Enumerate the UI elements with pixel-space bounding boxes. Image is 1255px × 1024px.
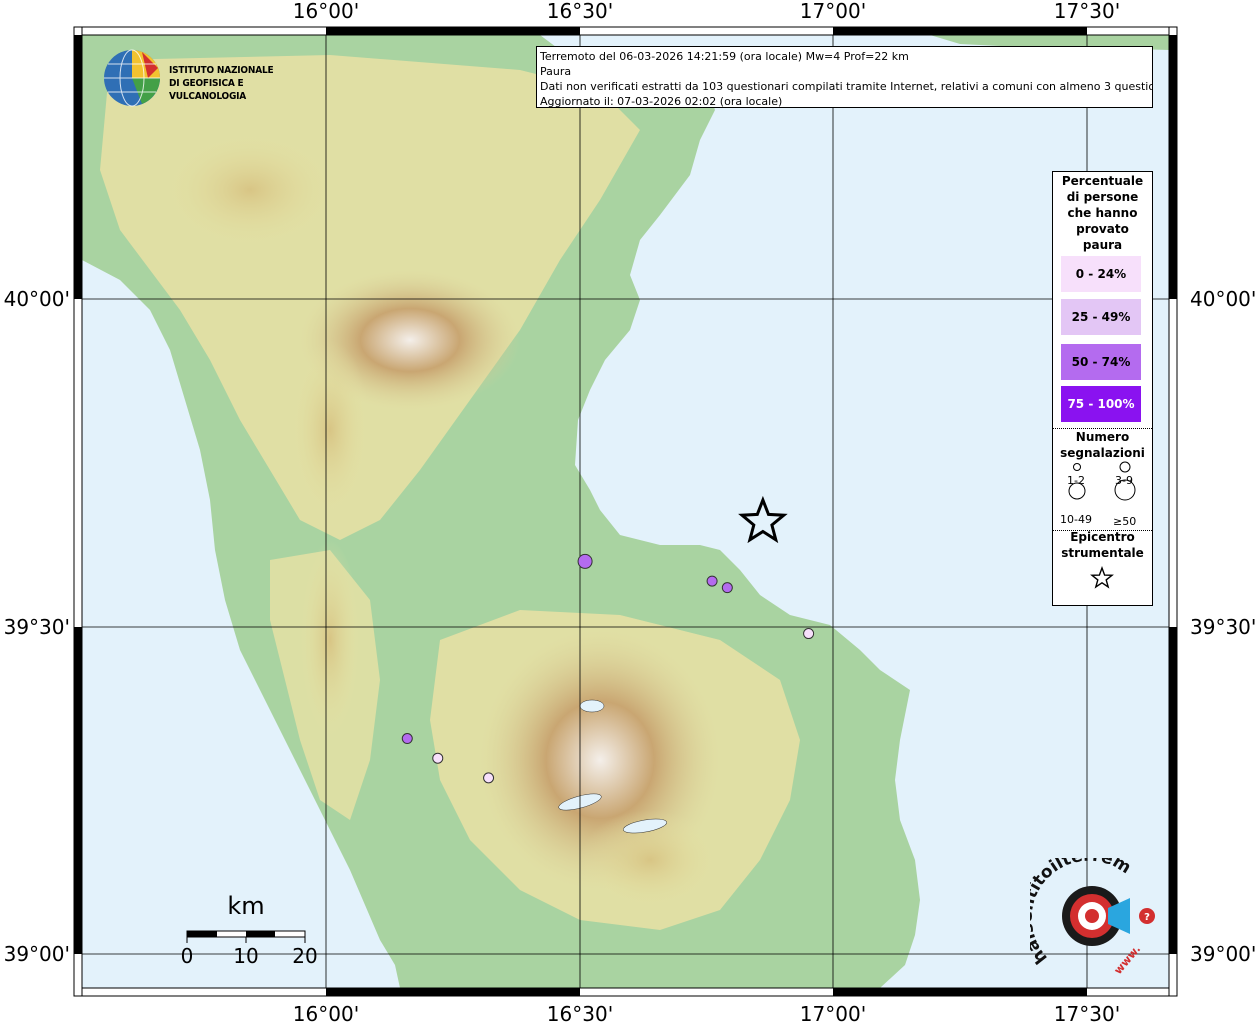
- legend-epicenter-star-icon: [1090, 566, 1114, 589]
- lon-label-bottom: 16°00': [293, 1002, 359, 1024]
- report-point[interactable]: [577, 553, 593, 569]
- report-point[interactable]: [721, 582, 733, 594]
- lat-label-left: 39°00': [4, 942, 70, 966]
- event-info-box: Terremoto del 06-03-2026 14:21:59 (ora l…: [536, 46, 1153, 108]
- lat-labels-left: 40°00' 39°30' 39°00': [4, 287, 70, 966]
- legend-title-line: di persone: [1066, 190, 1139, 204]
- mountains-west-ridge: [300, 540, 360, 740]
- event-disclaimer: Dati non verificati estratti da 103 ques…: [540, 80, 1153, 93]
- legend-title-line: provato: [1076, 222, 1129, 236]
- lat-label-right: 40°00': [1190, 287, 1255, 311]
- report-point[interactable]: [803, 628, 815, 640]
- lake-cecita: [579, 699, 605, 713]
- lon-label-top: 17°00': [800, 0, 866, 23]
- event-parameter: Paura: [540, 65, 572, 78]
- legend-size-label: 3-9: [1115, 474, 1133, 487]
- legend-size-label: 10-49: [1060, 513, 1092, 526]
- ingv-globe-icon: [104, 49, 160, 107]
- legend-epicenter-title: Epicentro strumentale: [1053, 529, 1152, 561]
- lon-label-top: 16°30': [547, 0, 613, 23]
- lon-labels-top: 16°00' 16°30' 17°00' 17°30': [293, 0, 1120, 23]
- lon-labels-bottom: 16°00' 16°30' 17°00' 17°30': [293, 1002, 1120, 1024]
- report-point[interactable]: [401, 733, 413, 745]
- event-title: Terremoto del 06-03-2026 14:21:59 (ora l…: [540, 50, 909, 63]
- legend-epicenter-title-line: Epicentro: [1070, 530, 1135, 544]
- lon-label-top: 17°30': [1054, 0, 1120, 23]
- lat-label-right: 39°00': [1190, 942, 1255, 966]
- lon-label-bottom: 17°30': [1054, 1002, 1120, 1024]
- lon-label-bottom: 16°30': [547, 1002, 613, 1024]
- legend-size-label: 1-2: [1067, 474, 1085, 487]
- legend-title-line: Percentuale: [1061, 174, 1144, 188]
- legend-epicenter-title-line: strumentale: [1061, 546, 1144, 560]
- ingv-logo: ISTITUTO NAZIONALE DI GEOFISICA E VULCAN…: [102, 48, 322, 108]
- lon-label-top: 16°00': [293, 0, 359, 23]
- report-point[interactable]: [483, 772, 495, 784]
- legend-class-3: 75 - 100%: [1061, 386, 1141, 422]
- event-updated: Aggiornato il: 07-03-2026 02:02 (ora loc…: [540, 95, 783, 108]
- logo-url: www.: [1111, 943, 1143, 977]
- scale-label: 0: [181, 944, 194, 968]
- haisentito-logo[interactable]: haisentitoilterremoto.it ? www.: [1030, 858, 1160, 978]
- lat-label-left: 39°30': [4, 615, 70, 639]
- lat-label-left: 40°00': [4, 287, 70, 311]
- legend-class-2: 50 - 74%: [1061, 344, 1141, 380]
- lat-label-right: 39°30': [1190, 615, 1255, 639]
- scale-label: 10: [233, 944, 258, 968]
- mountains-north: [160, 130, 340, 250]
- lat-labels-right: 40°00' 39°30' 39°00': [1190, 287, 1255, 966]
- mountains-west: [290, 340, 370, 520]
- scale-label: 20: [292, 944, 317, 968]
- institute-line1: ISTITUTO NAZIONALE: [169, 65, 274, 76]
- svg-text:?: ?: [1144, 912, 1150, 923]
- legend-class-0: 0 - 24%: [1061, 256, 1141, 292]
- institute-line2: DI GEOFISICA E VULCANOLOGIA: [169, 78, 247, 102]
- legend-class-1: 25 - 49%: [1061, 299, 1141, 335]
- legend-count-title-line: Numero: [1075, 430, 1130, 444]
- scale-unit: km: [227, 892, 264, 920]
- legend-title: Percentuale di persone che hanno provato…: [1053, 173, 1152, 253]
- legend-title-line: paura: [1082, 238, 1123, 252]
- report-point[interactable]: [706, 575, 718, 587]
- scale-bar: km 0 10 20: [181, 892, 318, 968]
- legend-size-label: ≥50: [1113, 515, 1137, 528]
- report-point[interactable]: [432, 752, 444, 764]
- legend-count-title: Numero segnalazioni: [1053, 429, 1152, 461]
- legend: Percentuale di persone che hanno provato…: [1052, 171, 1153, 606]
- legend-count-title-line: segnalazioni: [1060, 446, 1145, 460]
- legend-title-line: che hanno: [1067, 206, 1138, 220]
- lon-label-bottom: 17°00': [800, 1002, 866, 1024]
